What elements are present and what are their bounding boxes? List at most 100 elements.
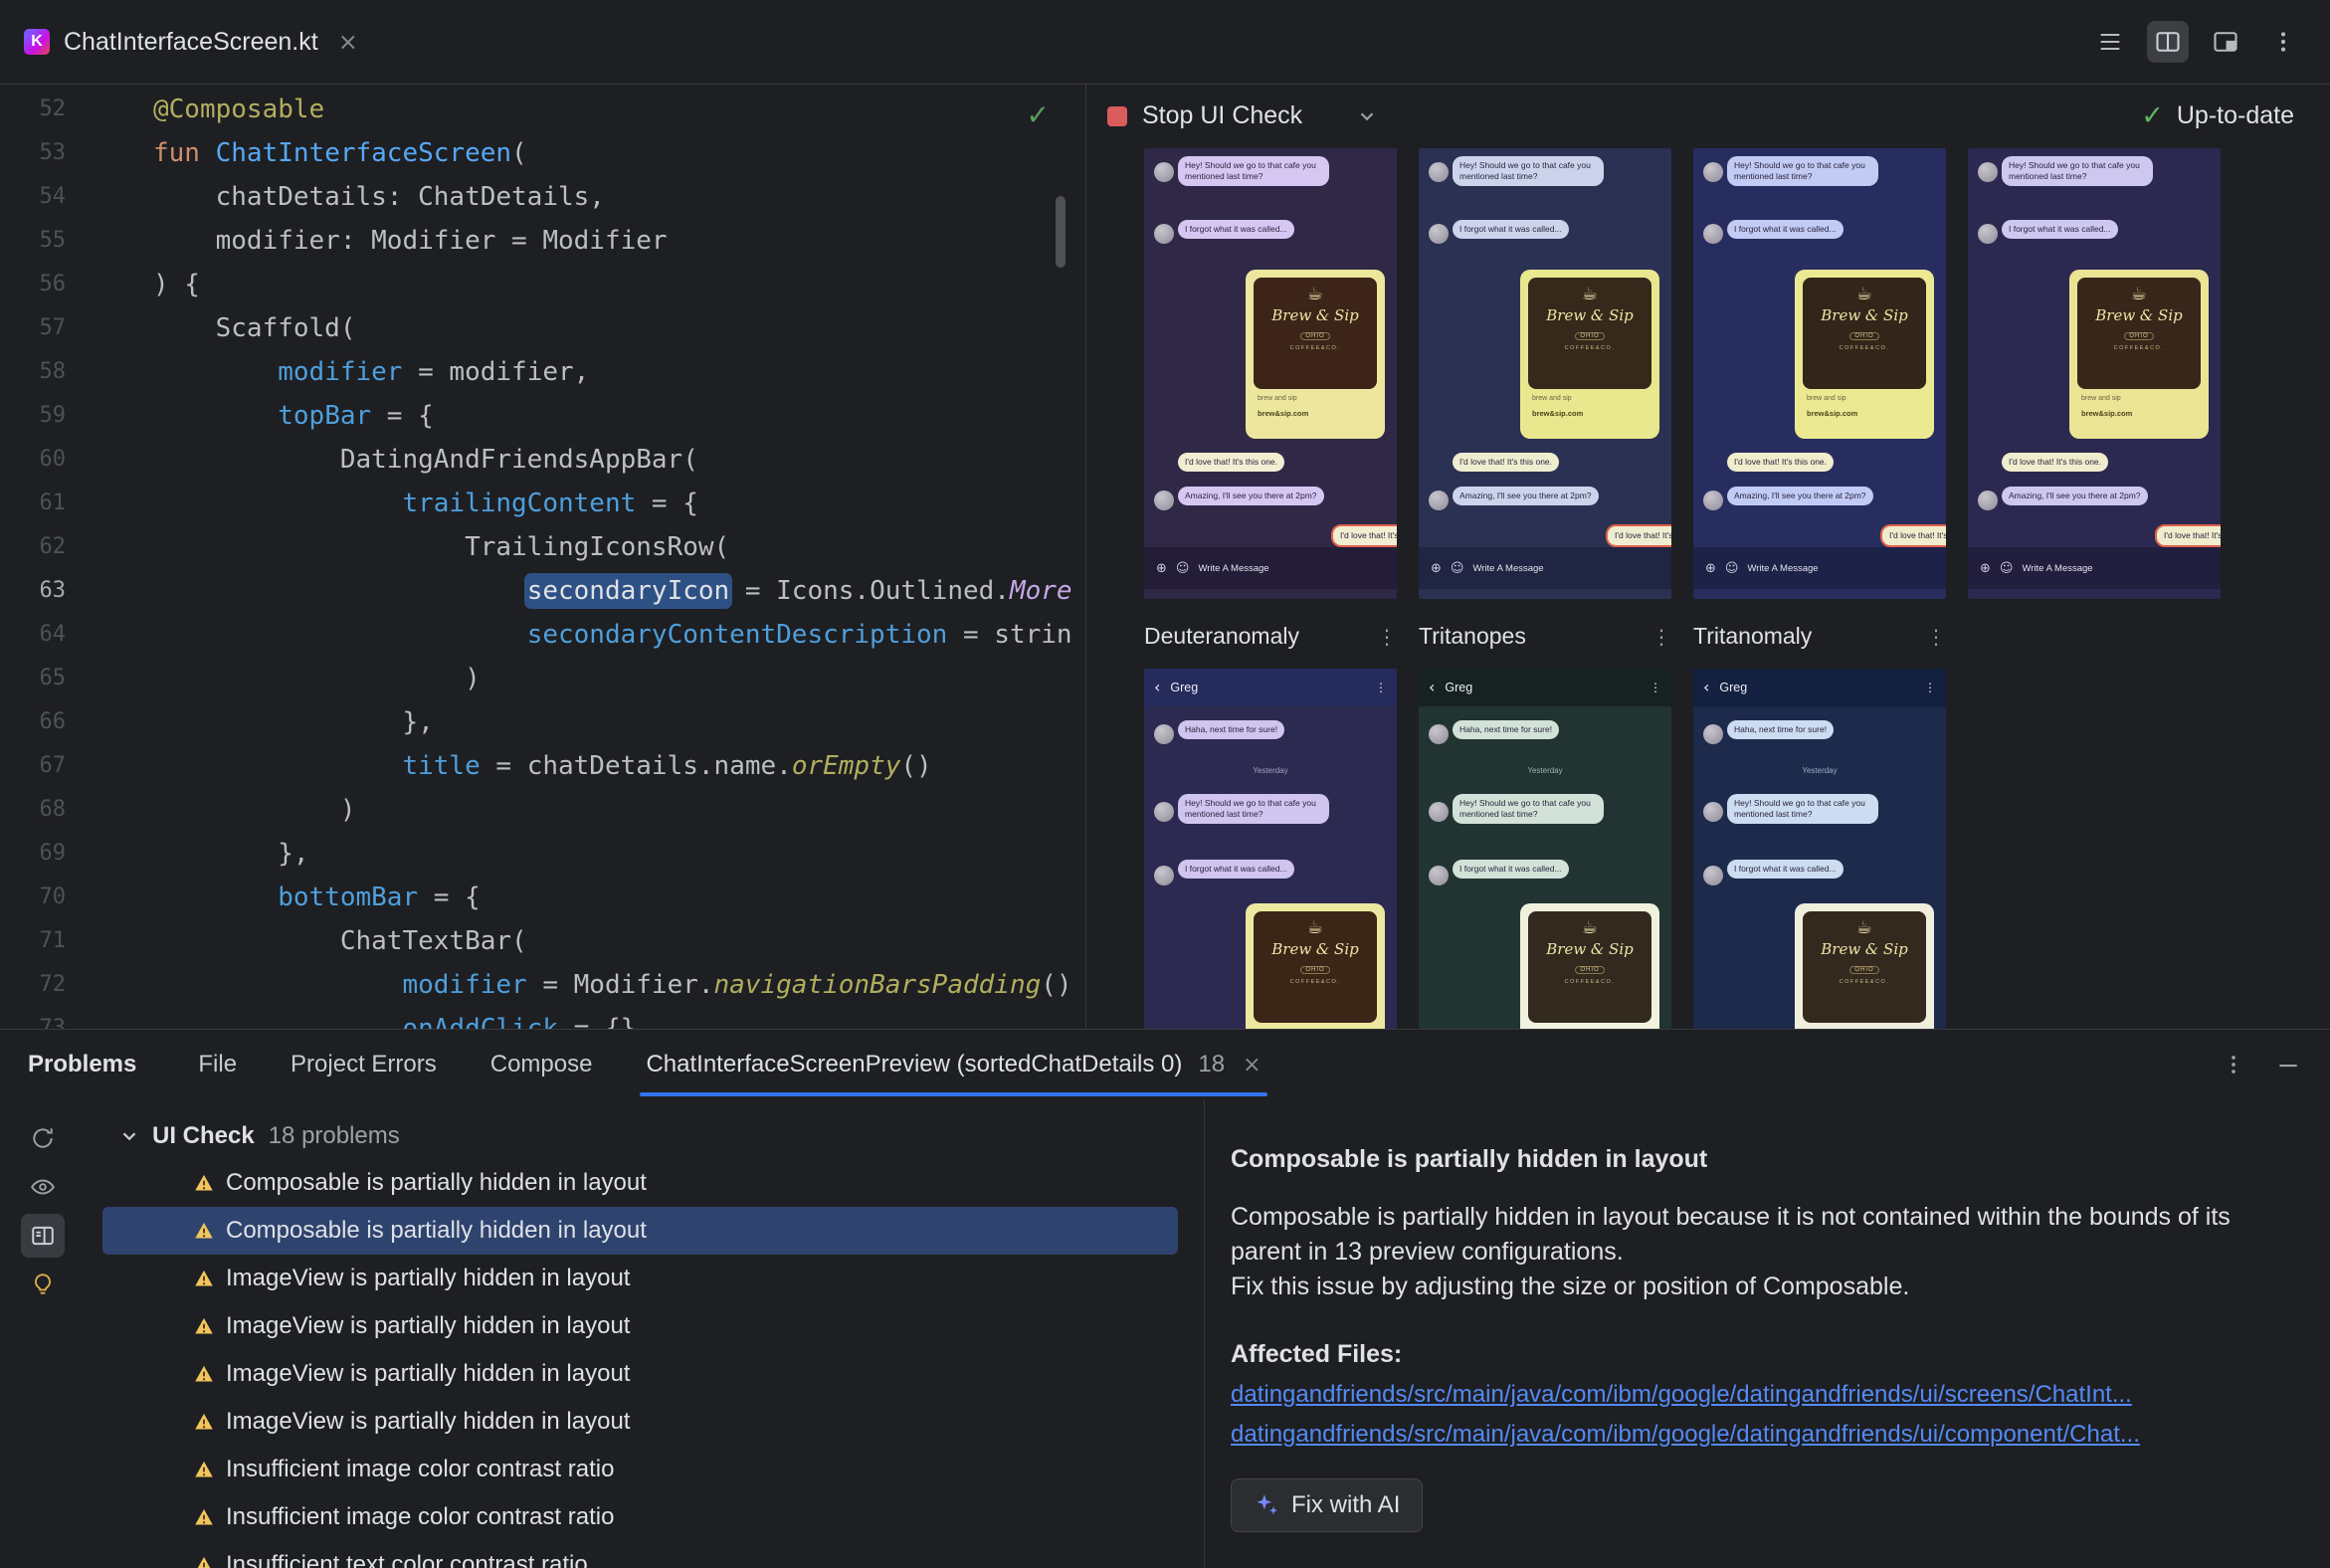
line-number[interactable]: 54 — [0, 175, 67, 219]
problem-item[interactable]: Insufficient image color contrast ratio — [102, 1493, 1178, 1541]
code-line[interactable]: 52 @Composable — [0, 88, 1085, 131]
preview-menu-icon[interactable]: ⋮ — [1651, 625, 1671, 649]
line-number[interactable]: 67 — [0, 744, 67, 788]
code-line[interactable]: 63 secondaryIcon = Icons.Outlined.More — [0, 569, 1085, 613]
editor-layout-icon[interactable] — [2205, 21, 2246, 63]
preview-card[interactable]: Hey! Should we go to that cafe you menti… — [1419, 148, 1671, 599]
problem-item[interactable]: Composable is partially hidden in layout — [102, 1207, 1178, 1255]
code-line[interactable]: 60 DatingAndFriendsAppBar( — [0, 438, 1085, 482]
line-number[interactable]: 55 — [0, 219, 67, 263]
inspection-ok-icon: ✓ — [1026, 98, 1050, 131]
brew-sip-card: ☕Brew & SipOHIOCOFFEE&CO.brew and sipbre… — [1246, 270, 1385, 439]
more-vertical-icon[interactable] — [2262, 21, 2304, 63]
problem-item[interactable]: ImageView is partially hidden in layout — [102, 1302, 1178, 1350]
close-tab-icon[interactable]: × — [338, 28, 358, 56]
refresh-icon[interactable] — [21, 1116, 65, 1160]
lightbulb-icon[interactable] — [21, 1263, 65, 1306]
code-line[interactable]: 64 secondaryContentDescription = strin — [0, 613, 1085, 657]
code-line[interactable]: 62 TrailingIconsRow( — [0, 525, 1085, 569]
affected-file-link[interactable]: datingandfriends/src/main/java/com/ibm/g… — [1231, 1381, 2290, 1409]
file-tab[interactable]: K ChatInterfaceScreen.kt × — [0, 0, 384, 84]
line-number[interactable]: 72 — [0, 963, 67, 1007]
more-vertical-icon[interactable] — [2213, 1044, 2254, 1085]
date-divider: Yesterday — [1802, 766, 1838, 775]
tab-uicheck-preview[interactable]: ChatInterfaceScreenPreview (sortedChatDe… — [640, 1051, 1267, 1096]
line-number[interactable]: 69 — [0, 832, 67, 876]
fix-with-ai-button[interactable]: Fix with AI — [1231, 1478, 1424, 1532]
tab-compose[interactable]: Compose — [490, 1051, 593, 1078]
line-number[interactable]: 65 — [0, 657, 67, 700]
preview-card[interactable]: ‹ Greg ⋮ Haha, next time for sure! Yesterday… — [1419, 669, 1671, 1029]
line-number[interactable]: 70 — [0, 876, 67, 919]
preview-card[interactable]: Hey! Should we go to that cafe you menti… — [1693, 148, 1946, 599]
code-line[interactable]: 61 trailingContent = { — [0, 482, 1085, 525]
stop-ui-check-button[interactable]: Stop UI Check — [1107, 101, 1302, 130]
code-line[interactable]: 53 fun ChatInterfaceScreen( — [0, 131, 1085, 175]
line-number[interactable]: 71 — [0, 919, 67, 963]
code-line[interactable]: 57 Scaffold( — [0, 306, 1085, 350]
code-line[interactable]: 72 modifier = Modifier.navigationBarsPad… — [0, 963, 1085, 1007]
code-line[interactable]: 71 ChatTextBar( — [0, 919, 1085, 963]
problem-group-row[interactable]: UI Check 18 problems — [85, 1113, 1204, 1159]
preview-card[interactable]: ‹ Greg ⋮ Haha, next time for sure! Yesterday… — [1693, 669, 1946, 1029]
details-view-icon[interactable] — [20, 1214, 65, 1258]
code-text: title = chatDetails.name.orEmpty() — [402, 751, 932, 781]
line-number[interactable]: 68 — [0, 788, 67, 832]
minimize-icon[interactable] — [2266, 1044, 2308, 1085]
preview-menu-icon[interactable]: ⋮ — [1377, 625, 1397, 649]
line-number[interactable]: 64 — [0, 613, 67, 657]
tab-file[interactable]: File — [198, 1051, 237, 1078]
line-number[interactable]: 62 — [0, 525, 67, 569]
line-number[interactable]: 61 — [0, 482, 67, 525]
code-line[interactable]: 65 ) — [0, 657, 1085, 700]
problem-item[interactable]: Composable is partially hidden in layout — [102, 1159, 1178, 1207]
code-line[interactable]: 69 }, — [0, 832, 1085, 876]
line-number[interactable]: 66 — [0, 700, 67, 744]
code-line[interactable]: 56) { — [0, 263, 1085, 306]
code-line[interactable]: 58 modifier = modifier, — [0, 350, 1085, 394]
code-line[interactable]: 55 modifier: Modifier = Modifier — [0, 219, 1085, 263]
up-to-date-label: Up-to-date — [2176, 101, 2294, 129]
line-number[interactable]: 57 — [0, 306, 67, 350]
split-editor-icon[interactable] — [2147, 21, 2189, 63]
code-text: @Composable — [153, 95, 325, 124]
emoji-icon: ☺ — [1175, 560, 1190, 576]
line-number[interactable]: 63 — [0, 569, 67, 613]
code-line[interactable]: 67 title = chatDetails.name.orEmpty() — [0, 744, 1085, 788]
eye-icon[interactable] — [21, 1165, 65, 1209]
line-number[interactable]: 53 — [0, 131, 67, 175]
variant-name: Tritanomaly — [1693, 623, 1813, 649]
problem-item[interactable]: Insufficient text color contrast ratio — [102, 1541, 1178, 1568]
message-input-bar: ⊕ ☺ Write A Message — [1693, 547, 1946, 589]
line-number[interactable]: 58 — [0, 350, 67, 394]
brew-sip-card: ☕Brew & SipOHIOCOFFEE&CO.brew and sipbre… — [2069, 270, 2209, 439]
problem-item[interactable]: ImageView is partially hidden in layout — [102, 1255, 1178, 1302]
line-number[interactable]: 56 — [0, 263, 67, 306]
code-line[interactable]: 73 onAddClick = {} — [0, 1007, 1085, 1029]
code-line[interactable]: 70 bottomBar = { — [0, 876, 1085, 919]
code-line[interactable]: 59 topBar = { — [0, 394, 1085, 438]
line-number[interactable]: 59 — [0, 394, 67, 438]
affected-file-link[interactable]: datingandfriends/src/main/java/com/ibm/g… — [1231, 1421, 2290, 1449]
structure-icon[interactable] — [2089, 21, 2131, 63]
tab-project-errors[interactable]: Project Errors — [291, 1051, 437, 1078]
code-line[interactable]: 68 ) — [0, 788, 1085, 832]
code-line[interactable]: 54 chatDetails: ChatDetails, — [0, 175, 1085, 219]
line-number[interactable]: 73 — [0, 1007, 67, 1029]
chevron-down-icon[interactable] — [1356, 105, 1378, 127]
problem-item[interactable]: ImageView is partially hidden in layout — [102, 1350, 1178, 1398]
preview-card[interactable]: Hey! Should we go to that cafe you menti… — [1968, 148, 2221, 599]
code-line[interactable]: 66 }, — [0, 700, 1085, 744]
line-number[interactable]: 60 — [0, 438, 67, 482]
preview-menu-icon[interactable]: ⋮ — [1926, 625, 1946, 649]
code-text: modifier = modifier, — [278, 357, 590, 387]
code-editor[interactable]: 52 @Composable 53 fun ChatInterfaceScreen(5… — [0, 85, 1086, 1029]
problem-item[interactable]: ImageView is partially hidden in layout — [102, 1398, 1178, 1446]
line-number[interactable]: 52 — [0, 88, 67, 131]
brew-sip-card: ☕Brew & SipOHIOCOFFEE&CO.brew and sipbre… — [1795, 270, 1934, 439]
preview-card[interactable]: ‹ Greg ⋮ Haha, next time for sure! Yesterday… — [1144, 669, 1397, 1029]
close-tab-icon[interactable]: × — [1243, 1053, 1261, 1078]
preview-card[interactable]: Hey! Should we go to that cafe you menti… — [1144, 148, 1397, 599]
problem-item[interactable]: Insufficient image color contrast ratio — [102, 1446, 1178, 1493]
editor-scrollbar[interactable] — [1056, 196, 1066, 268]
